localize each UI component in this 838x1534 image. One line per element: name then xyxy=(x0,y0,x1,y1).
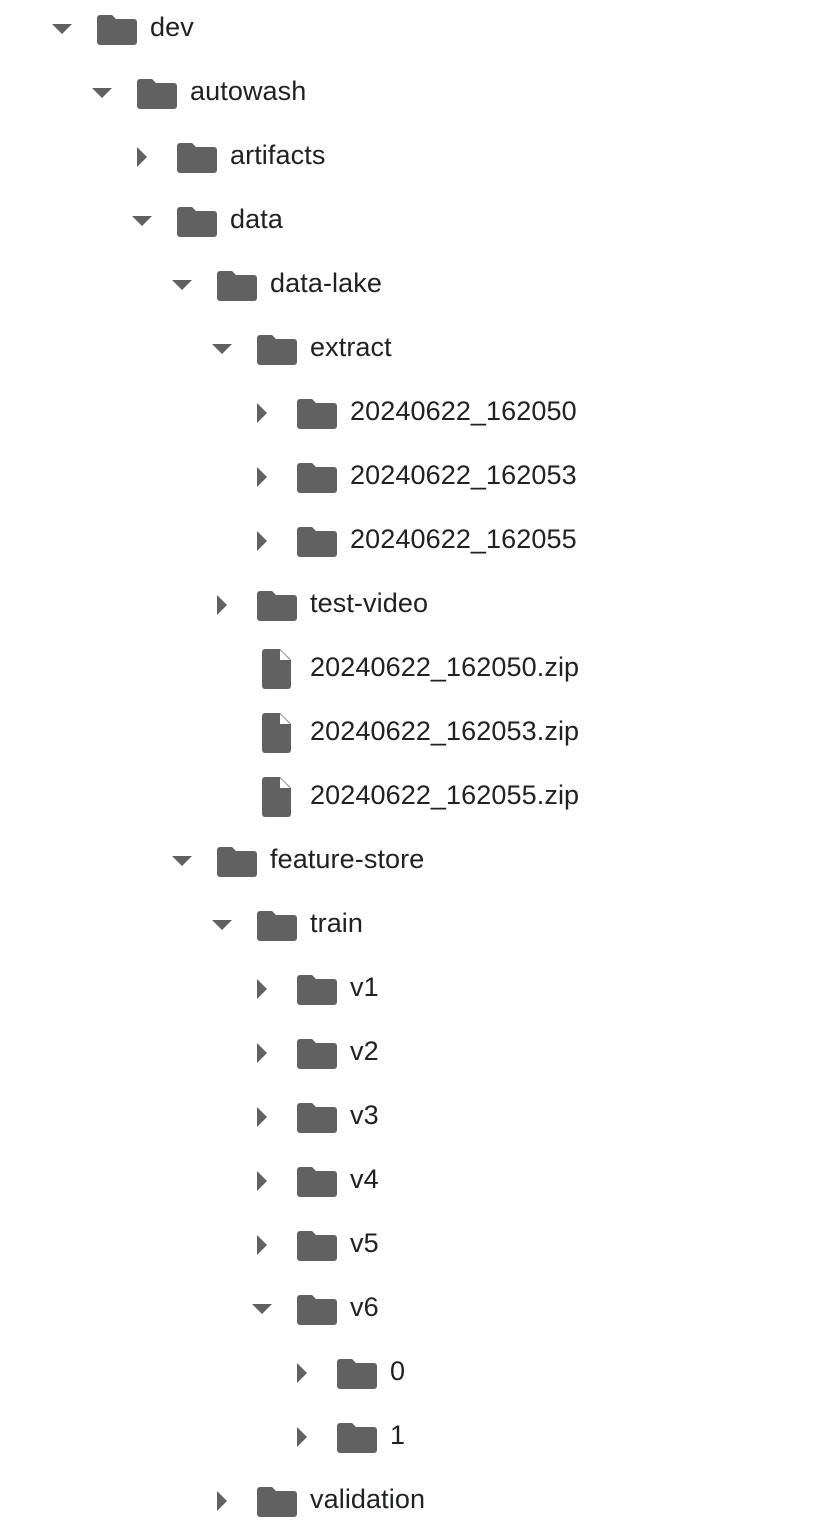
chevron-right-icon[interactable] xyxy=(248,975,276,1003)
folder-item-20240622-162055[interactable]: 20240622_162055 xyxy=(0,509,838,573)
file-item-20240622-162055-zip[interactable]: 20240622_162055.zip xyxy=(0,765,838,829)
chevron-right-icon[interactable] xyxy=(208,591,236,619)
item-label: v1 xyxy=(350,972,379,1002)
item-label: 20240622_162055 xyxy=(350,524,577,554)
folder-icon xyxy=(297,393,337,433)
folder-item-autowash[interactable]: autowash xyxy=(0,61,838,125)
item-label: 1 xyxy=(390,1420,406,1450)
item-label: autowash xyxy=(190,76,307,106)
folder-item-data[interactable]: data xyxy=(0,189,838,253)
item-label: v2 xyxy=(350,1036,379,1066)
folder-icon xyxy=(97,9,137,49)
file-icon xyxy=(257,713,297,753)
folder-icon xyxy=(297,521,337,561)
folder-icon xyxy=(337,1417,377,1457)
folder-icon xyxy=(257,585,297,625)
folder-item-0[interactable]: 0 xyxy=(0,1341,838,1405)
item-label: v3 xyxy=(350,1100,379,1130)
item-label: dev xyxy=(150,12,194,42)
chevron-down-icon[interactable] xyxy=(168,271,196,299)
folder-icon xyxy=(257,1481,297,1521)
item-label: feature-store xyxy=(270,844,425,874)
folder-icon xyxy=(257,905,297,945)
folder-item-extract[interactable]: extract xyxy=(0,317,838,381)
folder-icon xyxy=(217,265,257,305)
folder-item-train[interactable]: train xyxy=(0,893,838,957)
folder-icon xyxy=(217,841,257,881)
folder-item-validation[interactable]: validation xyxy=(0,1469,838,1533)
folder-item-v2[interactable]: v2 xyxy=(0,1021,838,1085)
item-label: data-lake xyxy=(270,268,382,298)
folder-icon xyxy=(177,137,217,177)
folder-item-v6[interactable]: v6 xyxy=(0,1277,838,1341)
folder-item-v1[interactable]: v1 xyxy=(0,957,838,1021)
folder-icon xyxy=(297,969,337,1009)
item-label: data xyxy=(230,204,283,234)
chevron-right-icon[interactable] xyxy=(248,463,276,491)
item-label: validation xyxy=(310,1484,426,1514)
folder-icon xyxy=(137,73,177,113)
chevron-down-icon[interactable] xyxy=(88,79,116,107)
folder-item-feature-store[interactable]: feature-store xyxy=(0,829,838,893)
item-label: test-video xyxy=(310,588,429,618)
chevron-down-icon[interactable] xyxy=(168,847,196,875)
file-icon xyxy=(257,649,297,689)
folder-item-v3[interactable]: v3 xyxy=(0,1085,838,1149)
folder-item-20240622-162050[interactable]: 20240622_162050 xyxy=(0,381,838,445)
item-label: 20240622_162050.zip xyxy=(310,652,580,682)
item-label: 0 xyxy=(390,1356,406,1386)
folder-item-v4[interactable]: v4 xyxy=(0,1149,838,1213)
file-icon xyxy=(257,777,297,817)
folder-item-dev[interactable]: dev xyxy=(0,0,838,61)
item-label: 20240622_162053 xyxy=(350,460,577,490)
chevron-right-icon[interactable] xyxy=(208,1487,236,1515)
item-label: 20240622_162053.zip xyxy=(310,716,580,746)
chevron-right-icon[interactable] xyxy=(128,143,156,171)
chevron-right-icon[interactable] xyxy=(248,399,276,427)
folder-icon xyxy=(297,1033,337,1073)
folder-item-data-lake[interactable]: data-lake xyxy=(0,253,838,317)
file-tree: dev autowash artifacts data data-lake extract… xyxy=(0,0,838,1534)
folder-icon xyxy=(297,1289,337,1329)
chevron-down-icon[interactable] xyxy=(128,207,156,235)
chevron-right-icon[interactable] xyxy=(288,1423,316,1451)
chevron-right-icon[interactable] xyxy=(248,527,276,555)
item-label: 20240622_162055.zip xyxy=(310,780,580,810)
item-label: v5 xyxy=(350,1228,379,1258)
item-label: v4 xyxy=(350,1164,379,1194)
item-label: artifacts xyxy=(230,140,326,170)
item-label: train xyxy=(310,908,364,938)
folder-icon xyxy=(297,1097,337,1137)
folder-item-v5[interactable]: v5 xyxy=(0,1213,838,1277)
chevron-down-icon[interactable] xyxy=(248,1295,276,1323)
folder-item-20240622-162053[interactable]: 20240622_162053 xyxy=(0,445,838,509)
file-item-20240622-162053-zip[interactable]: 20240622_162053.zip xyxy=(0,701,838,765)
chevron-right-icon[interactable] xyxy=(288,1359,316,1387)
chevron-right-icon[interactable] xyxy=(248,1167,276,1195)
item-label: 20240622_162050 xyxy=(350,396,577,426)
file-item-20240622-162050-zip[interactable]: 20240622_162050.zip xyxy=(0,637,838,701)
chevron-right-icon[interactable] xyxy=(248,1103,276,1131)
chevron-right-icon[interactable] xyxy=(248,1231,276,1259)
chevron-down-icon[interactable] xyxy=(48,15,76,43)
folder-item-test-video[interactable]: test-video xyxy=(0,573,838,637)
chevron-down-icon[interactable] xyxy=(208,335,236,363)
folder-icon xyxy=(297,1161,337,1201)
folder-icon xyxy=(297,1225,337,1265)
item-label: extract xyxy=(310,332,392,362)
folder-icon xyxy=(337,1353,377,1393)
folder-icon xyxy=(257,329,297,369)
item-label: v6 xyxy=(350,1292,379,1322)
folder-item-artifacts[interactable]: artifacts xyxy=(0,125,838,189)
folder-item-1[interactable]: 1 xyxy=(0,1405,838,1469)
folder-icon xyxy=(177,201,217,241)
folder-icon xyxy=(297,457,337,497)
chevron-down-icon[interactable] xyxy=(208,911,236,939)
chevron-right-icon[interactable] xyxy=(248,1039,276,1067)
